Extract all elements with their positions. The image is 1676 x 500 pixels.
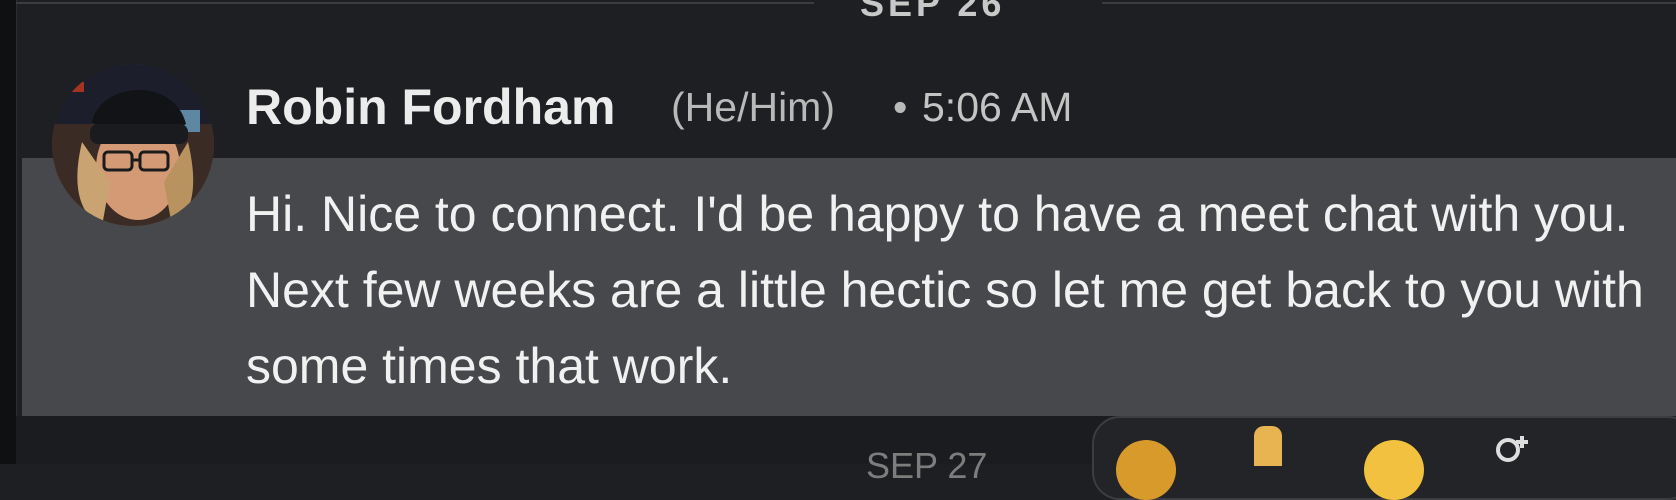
message-timestamp: 5:06 AM — [922, 84, 1073, 130]
message-text: Hi. Nice to connect. I'd be happy to hav… — [246, 186, 1644, 394]
smile-icon[interactable] — [1364, 440, 1424, 500]
celebrate-icon[interactable] — [1116, 440, 1176, 500]
date-divider-rule-right — [1102, 2, 1676, 4]
avatar-portrait-icon — [52, 64, 214, 226]
sender-avatar[interactable] — [52, 64, 214, 226]
sender-pronouns: (He/Him) — [671, 84, 835, 130]
reaction-bar — [1092, 416, 1676, 500]
date-divider-rule-left — [16, 2, 814, 4]
add-reaction-glyph-icon — [1496, 436, 1528, 462]
next-date-partial: SEP 27 — [866, 445, 988, 486]
date-divider — [16, 0, 1676, 12]
date-divider-label: SEP 26 — [860, 0, 1006, 24]
add-reaction-icon[interactable] — [1492, 432, 1532, 472]
sender-name[interactable]: Robin Fordham — [246, 78, 615, 136]
thumbs-up-icon[interactable] — [1254, 426, 1282, 466]
meta-separator: • — [893, 84, 908, 130]
